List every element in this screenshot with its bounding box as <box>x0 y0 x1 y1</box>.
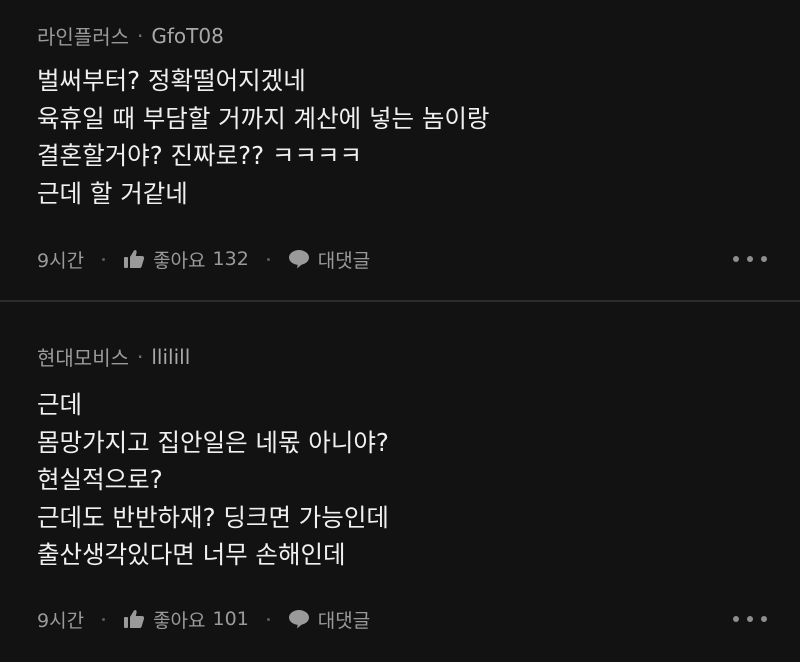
comment-line: 근데 <box>37 390 83 419</box>
author-separator: · <box>137 344 144 369</box>
comment-line: 몸망가지고 집안일은 네몫 아니야? <box>37 427 389 457</box>
comment-line: 근데 할 거같네 <box>37 178 188 208</box>
reply-button[interactable]: 대댓글 <box>288 246 370 273</box>
more-dot <box>733 256 739 262</box>
more-dot <box>761 616 767 622</box>
comment-line: 결혼할거야? 진짜로?? ㅋㅋㅋㅋ <box>37 141 363 170</box>
comment-actions: 9시간 좋아요 132 대댓글 <box>37 244 767 274</box>
speech-bubble-icon <box>288 250 309 269</box>
comment-line: 벌써부터? 정확떨어지겠네 <box>37 66 306 95</box>
more-dots-icon[interactable] <box>733 604 767 634</box>
comment-author[interactable]: 라인플러스 · GfoT08 <box>37 21 224 50</box>
reply-label: 대댓글 <box>317 249 371 272</box>
author-nickname: llilill <box>151 344 191 369</box>
like-count: 132 <box>212 248 249 270</box>
comment-body: 벌써부터? 정확떨어지겠네 육휴일 때 부담할 거까지 계산에 넣는 놈이랑 결… <box>37 62 489 212</box>
more-dot <box>747 256 753 262</box>
thumbs-up-icon <box>124 250 145 268</box>
more-dot <box>747 616 753 622</box>
like-label: 좋아요 <box>153 249 206 272</box>
comment-time: 9시간 <box>37 249 85 272</box>
author-separator: · <box>137 23 144 48</box>
more-dots-icon[interactable] <box>733 244 767 274</box>
comment-time: 9시간 <box>37 609 85 632</box>
comment-body: 근데 몸망가지고 집안일은 네몫 아니야? 현실적으로? 근데도 반반하재? 딩… <box>37 386 389 574</box>
speech-bubble-icon <box>288 610 309 629</box>
comment-item: 현대모비스 · llilill 근데 몸망가지고 집안일은 네몫 아니야? 현실… <box>0 302 800 662</box>
like-button[interactable]: 좋아요 132 <box>123 246 249 273</box>
comment-line: 현실적으로? <box>37 465 163 494</box>
comment-author[interactable]: 현대모비스 · llilill <box>37 342 190 371</box>
author-company: 라인플러스 <box>37 25 129 49</box>
comment-item: 라인플러스 · GfoT08 벌써부터? 정확떨어지겠네 육휴일 때 부담할 거… <box>0 0 800 300</box>
like-button[interactable]: 좋아요 101 <box>123 606 249 633</box>
comment-line: 근데도 반반하재? 딩크면 가능인데 <box>37 502 389 532</box>
more-dot <box>733 616 739 622</box>
like-count: 101 <box>212 608 249 630</box>
action-separator <box>266 617 270 621</box>
action-separator <box>102 257 106 261</box>
comment-line: 육휴일 때 부담할 거까지 계산에 넣는 놈이랑 <box>37 103 490 133</box>
more-dot <box>761 256 767 262</box>
comment-line: 출산생각있다면 너무 손해인데 <box>37 540 346 569</box>
author-company: 현대모비스 <box>37 346 129 370</box>
author-nickname: GfoT08 <box>151 23 224 48</box>
reply-button[interactable]: 대댓글 <box>288 606 370 633</box>
thumbs-up-icon <box>124 610 145 628</box>
comment-actions: 9시간 좋아요 101 대댓글 <box>37 604 767 634</box>
reply-label: 대댓글 <box>317 609 371 632</box>
action-separator <box>266 257 270 261</box>
action-separator <box>102 617 106 621</box>
like-label: 좋아요 <box>153 609 206 632</box>
